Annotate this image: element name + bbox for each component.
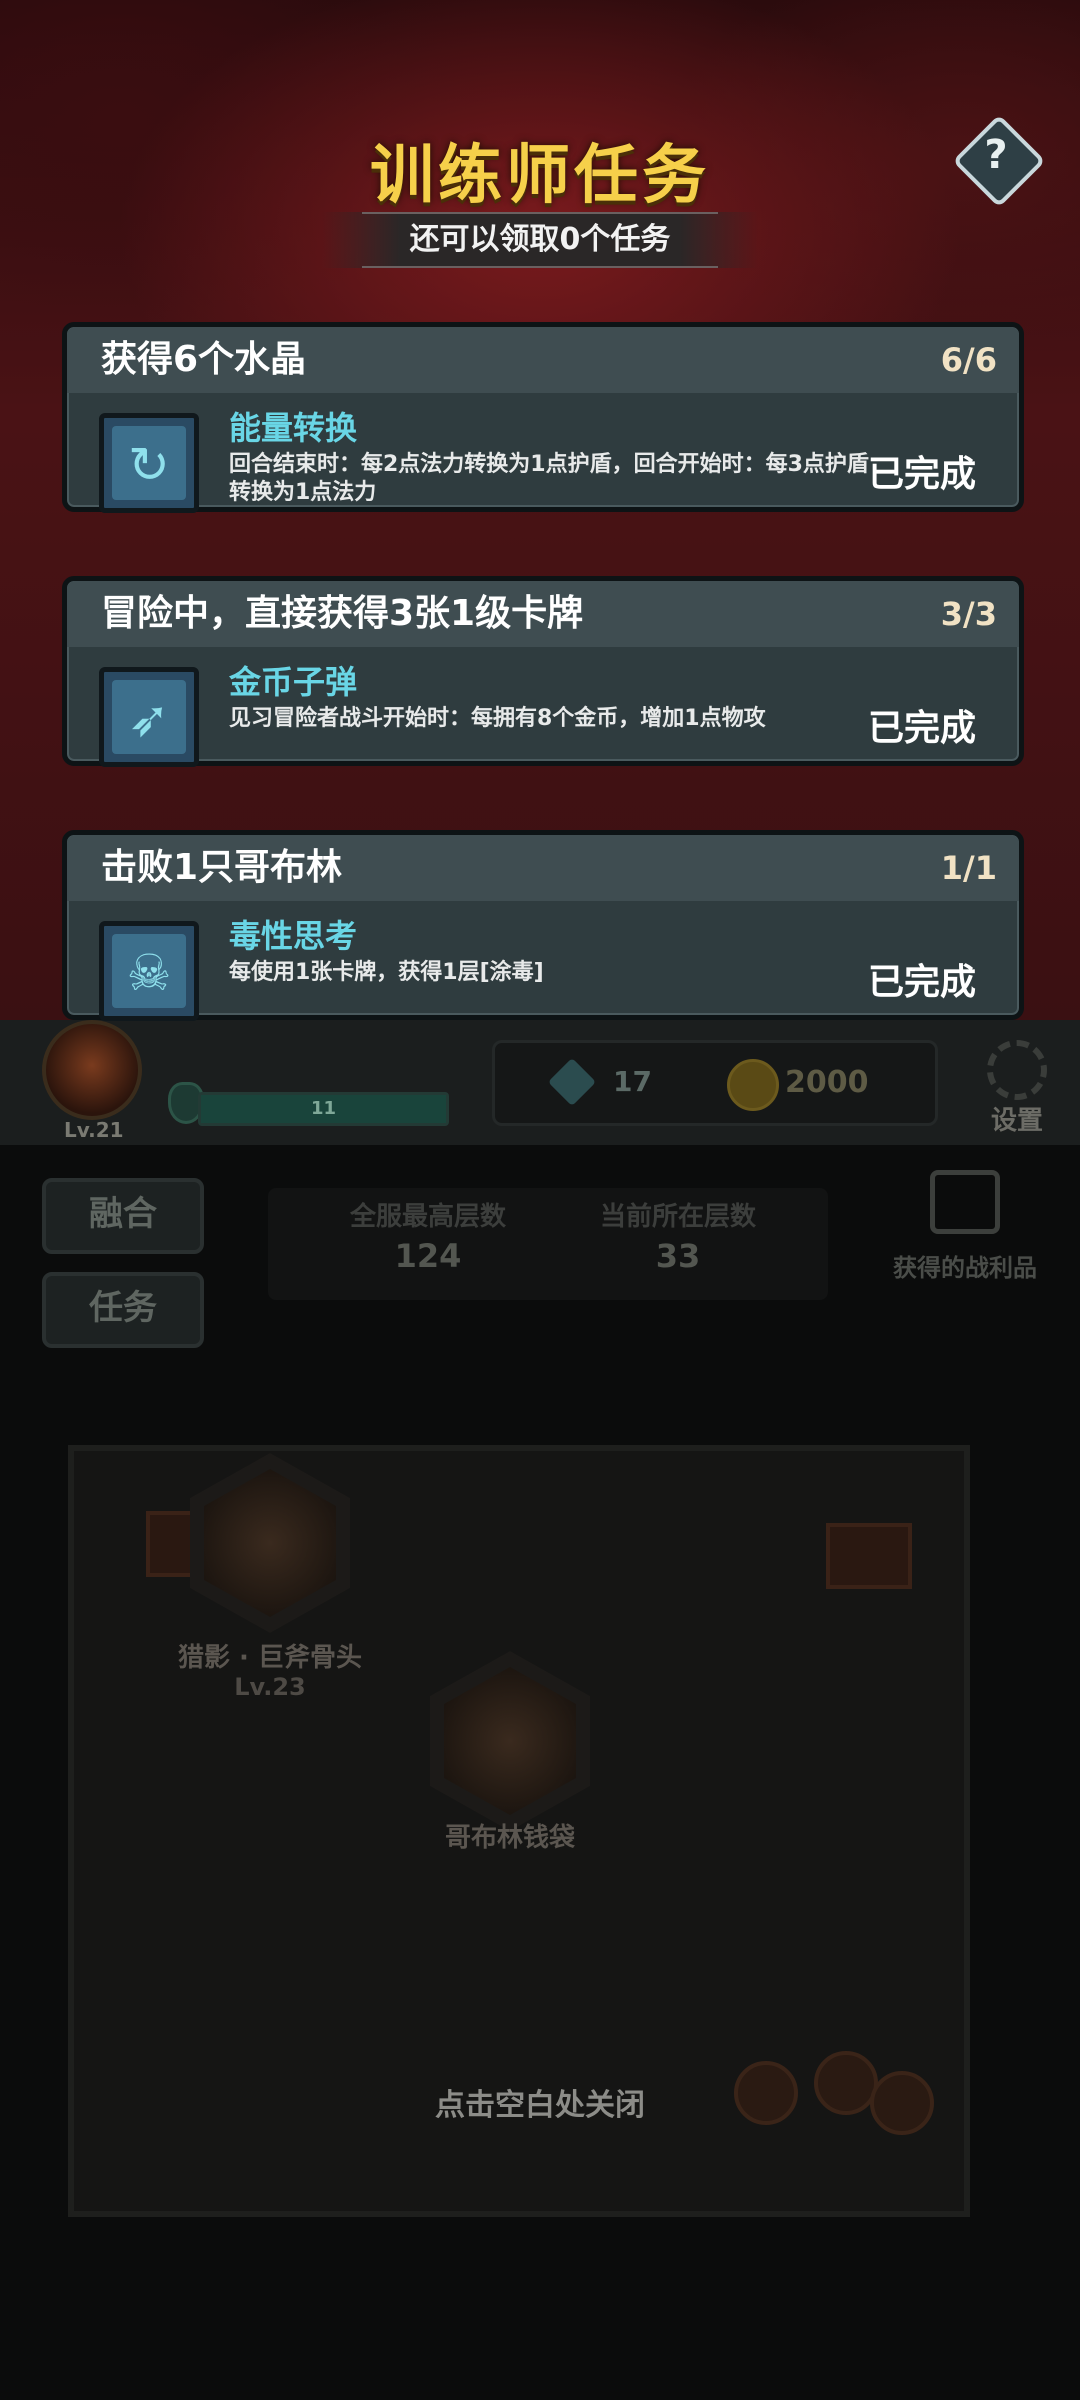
- quest-status: 已完成: [867, 962, 976, 1003]
- boss-level: Lv.23: [234, 1673, 306, 1701]
- reward-skill-name: 金币子弹: [229, 663, 358, 701]
- quest-card[interactable]: 击败1只哥布林 1/1 ☠ 毒性思考 每使用1张卡牌，获得1层[涂毒] 已完成: [62, 830, 1024, 1021]
- quest-card-header: 击败1只哥布林 1/1: [67, 835, 1019, 901]
- crystal-icon: [547, 1057, 597, 1107]
- quest-title: 获得6个水晶: [101, 339, 307, 380]
- resource-panel: 17 2000: [492, 1040, 938, 1126]
- goblin-bag-node[interactable]: [430, 1651, 590, 1831]
- quest-card[interactable]: 获得6个水晶 6/6 ↻ 能量转换 回合结束时：每2点法力转换为1点护盾，回合开…: [62, 322, 1024, 513]
- quest-card[interactable]: 冒险中，直接获得3张1级卡牌 3/3 ➶ 金币子弹 见习冒险者战斗开始时：每拥有…: [62, 576, 1024, 767]
- energy-swirl-icon: ↻: [99, 413, 199, 513]
- current-floor-label: 当前所在层数: [599, 1202, 756, 1232]
- reward-skill-name: 毒性思考: [229, 917, 358, 955]
- coin-count: 2000: [785, 1065, 869, 1100]
- hp-value: 11: [310, 1098, 337, 1119]
- reward-skill-description: 见习冒险者战斗开始时：每拥有8个金币，增加1点物攻: [229, 706, 766, 731]
- treasure-chest-icon: [930, 1170, 1000, 1234]
- quest-card-header: 获得6个水晶 6/6: [67, 327, 1019, 393]
- best-floor-value: 124: [394, 1237, 462, 1275]
- best-floor-label: 全服最高层数: [349, 1202, 506, 1232]
- loot-label: 获得的战利品: [893, 1254, 1037, 1282]
- reward-skill-description: 每使用1张卡牌，获得1层[涂毒]: [229, 960, 544, 985]
- reward-skill-name: 能量转换: [229, 409, 358, 447]
- boss-portrait: [204, 1469, 336, 1617]
- task-button[interactable]: 任务: [42, 1272, 204, 1348]
- help-icon[interactable]: ?: [984, 132, 1008, 178]
- quest-progress: 1/1: [940, 849, 997, 887]
- quest-status: 已完成: [867, 708, 976, 749]
- settings-label: 设置: [990, 1106, 1043, 1136]
- poison-skull-icon: ☠: [99, 921, 199, 1021]
- crystal-count: 17: [613, 1065, 652, 1098]
- fuse-button[interactable]: 融合: [42, 1178, 204, 1254]
- quest-card-header: 冒险中，直接获得3张1级卡牌 3/3: [67, 581, 1019, 647]
- boss-node[interactable]: [190, 1453, 350, 1633]
- quest-title: 冒险中，直接获得3张1级卡牌: [101, 593, 584, 634]
- coin-bullet-icon: ➶: [99, 667, 199, 767]
- quest-progress: 3/3: [940, 595, 997, 633]
- floor-panel: 全服最高层数 124 当前所在层数 33: [268, 1188, 828, 1300]
- boss-name: 猎影 · 巨斧骨头: [178, 1643, 362, 1673]
- gear-icon: [987, 1040, 1047, 1100]
- close-hint[interactable]: 点击空白处关闭: [0, 2080, 1080, 2124]
- remaining-quests-text: 还可以领取0个任务: [409, 222, 671, 257]
- quest-status: 已完成: [867, 454, 976, 495]
- modal-title: 训练师任务: [370, 139, 710, 213]
- player-level: Lv.21: [64, 1118, 124, 1142]
- goblin-bag-portrait: [444, 1667, 576, 1815]
- loot-button[interactable]: 获得的战利品: [880, 1170, 1050, 1283]
- reward-skill-description: 回合结束时：每2点法力转换为1点护盾，回合开始时：每3点护盾转换为1点法力: [229, 452, 869, 505]
- hp-bar: 11: [198, 1092, 449, 1126]
- quest-progress: 6/6: [940, 341, 997, 379]
- current-floor-value: 33: [655, 1237, 701, 1275]
- coin-icon: [727, 1059, 779, 1111]
- goblin-bag-name: 哥布林钱袋: [444, 1823, 575, 1853]
- subtitle-banner: 还可以领取0个任务: [322, 212, 758, 268]
- player-avatar[interactable]: [42, 1020, 142, 1120]
- crate-decoration: [826, 1523, 912, 1589]
- quest-title: 击败1只哥布林: [101, 847, 343, 888]
- settings-button[interactable]: 设置: [982, 1040, 1052, 1137]
